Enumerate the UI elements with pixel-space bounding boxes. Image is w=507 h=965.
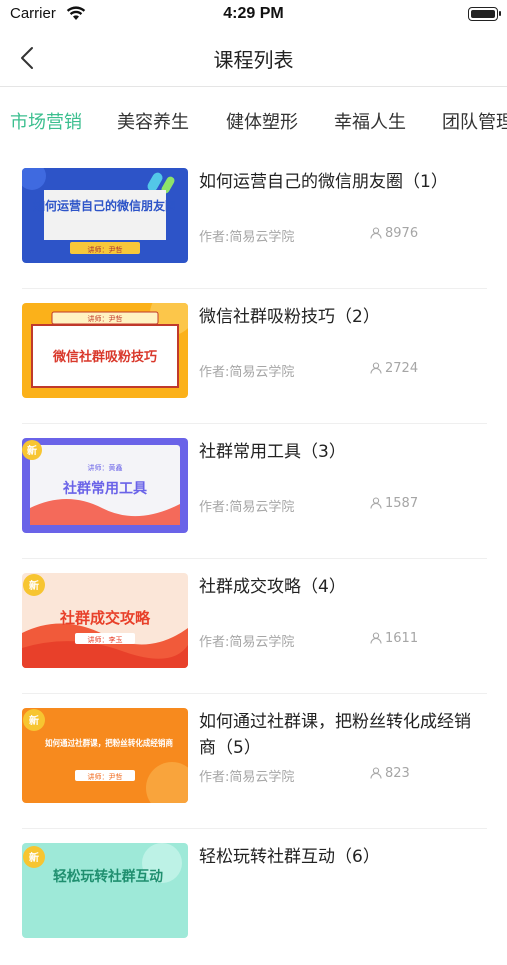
view-count-value: 823: [385, 766, 410, 781]
battery-icon: [468, 7, 501, 21]
course-title: 如何运营自己的微信朋友圈（1）: [199, 172, 448, 192]
thumb-title: 轻松玩转社群互动: [53, 868, 163, 885]
thumb-title: 社群常用工具: [62, 480, 147, 497]
course-item[interactable]: 新 如何通过社群课，把粉丝转化成经销商 讲师：尹哲 如何通过社群课，把粉丝转化成…: [22, 695, 487, 830]
course-thumbnail: 新 轻松玩转社群互动: [22, 843, 188, 938]
thumb-title: 社群成交攻略: [59, 609, 151, 627]
thumb-title: 如何通过社群课，把粉丝转化成经销商: [45, 738, 173, 749]
course-title: 社群成交攻略（4）: [199, 577, 346, 597]
user-icon: [370, 497, 382, 509]
divider: [22, 828, 487, 829]
course-thumbnail: 新 社群成交攻略 讲师：李玉: [22, 573, 188, 668]
view-count: 2724: [370, 361, 418, 376]
category-tabs: 市场营销 美容养生 健体塑形 幸福人生 团队管理: [0, 94, 507, 150]
course-title: 如何通过社群课，把粉丝转化成经销商（5）: [199, 712, 471, 758]
nav-bar: 课程列表: [0, 30, 507, 87]
view-count-value: 2724: [385, 361, 419, 376]
thumb-lecturer: 讲师：李玉: [88, 635, 123, 644]
tab-fitness[interactable]: 健体塑形: [226, 108, 298, 134]
course-title: 社群常用工具（3）: [199, 442, 346, 462]
view-count: 1611: [370, 631, 418, 646]
course-author: 作者:简易云学院: [199, 365, 295, 380]
course-item[interactable]: 新 社群成交攻略 讲师：李玉 社群成交攻略（4） 作者:简易云学院 1611: [22, 560, 487, 695]
course-title: 微信社群吸粉技巧（2）: [199, 307, 380, 327]
new-badge: 新: [29, 579, 39, 592]
view-count-value: 1587: [385, 496, 419, 511]
status-bar: Carrier 4:29 PM: [0, 0, 507, 30]
course-author: 作者:简易云学院: [199, 770, 295, 785]
view-count: 8976: [370, 226, 418, 241]
user-icon: [370, 227, 382, 239]
thumb-lecturer: 讲师：尹哲: [88, 314, 123, 323]
view-count: 1587: [370, 496, 418, 511]
course-author: 作者:简易云学院: [199, 635, 295, 650]
course-thumbnail: 讲师：尹哲 微信社群吸粉技巧: [22, 303, 188, 398]
thumb-title: 微信社群吸粉技巧: [52, 349, 157, 365]
user-icon: [370, 767, 382, 779]
divider: [22, 558, 487, 559]
course-item[interactable]: 如何运营自己的微信朋友圈 讲师：尹哲 如何运营自己的微信朋友圈（1） 作者:简易…: [22, 155, 487, 290]
page-title: 课程列表: [213, 48, 294, 72]
course-thumbnail: 如何运营自己的微信朋友圈 讲师：尹哲: [22, 168, 188, 263]
view-count-value: 1611: [385, 631, 419, 646]
user-icon: [370, 632, 382, 644]
tab-beauty[interactable]: 美容养生: [117, 108, 189, 134]
new-badge: 新: [29, 851, 39, 864]
course-item[interactable]: 新 轻松玩转社群互动 轻松玩转社群互动（6）: [22, 830, 487, 965]
course-title: 轻松玩转社群互动（6）: [199, 847, 380, 867]
new-badge: 新: [29, 714, 39, 727]
course-author: 作者:简易云学院: [199, 500, 295, 515]
course-thumbnail: 新 如何通过社群课，把粉丝转化成经销商 讲师：尹哲: [22, 708, 188, 803]
thumb-lecturer: 讲师：黄鑫: [88, 463, 123, 472]
new-badge: 新: [27, 444, 37, 457]
clock: 4:29 PM: [223, 5, 284, 22]
divider: [22, 693, 487, 694]
view-count: 823: [370, 766, 410, 781]
divider: [22, 288, 487, 289]
course-thumbnail: 新 讲师：黄鑫 社群常用工具: [22, 438, 188, 533]
course-item[interactable]: 讲师：尹哲 微信社群吸粉技巧 微信社群吸粉技巧（2） 作者:简易云学院 2724: [22, 290, 487, 425]
thumb-lecturer: 讲师：尹哲: [88, 772, 123, 781]
user-icon: [370, 362, 382, 374]
view-count-value: 8976: [385, 226, 419, 241]
tab-team-management[interactable]: 团队管理: [442, 108, 507, 134]
course-item[interactable]: 新 讲师：黄鑫 社群常用工具 社群常用工具（3） 作者:简易云学院 1587: [22, 425, 487, 560]
tab-happy-life[interactable]: 幸福人生: [334, 108, 406, 134]
tab-marketing[interactable]: 市场营销: [10, 108, 82, 134]
divider: [22, 423, 487, 424]
thumb-title: 如何运营自己的微信朋友圈: [33, 198, 177, 213]
thumb-lecturer: 讲师：尹哲: [88, 245, 123, 254]
course-author: 作者:简易云学院: [199, 230, 295, 245]
